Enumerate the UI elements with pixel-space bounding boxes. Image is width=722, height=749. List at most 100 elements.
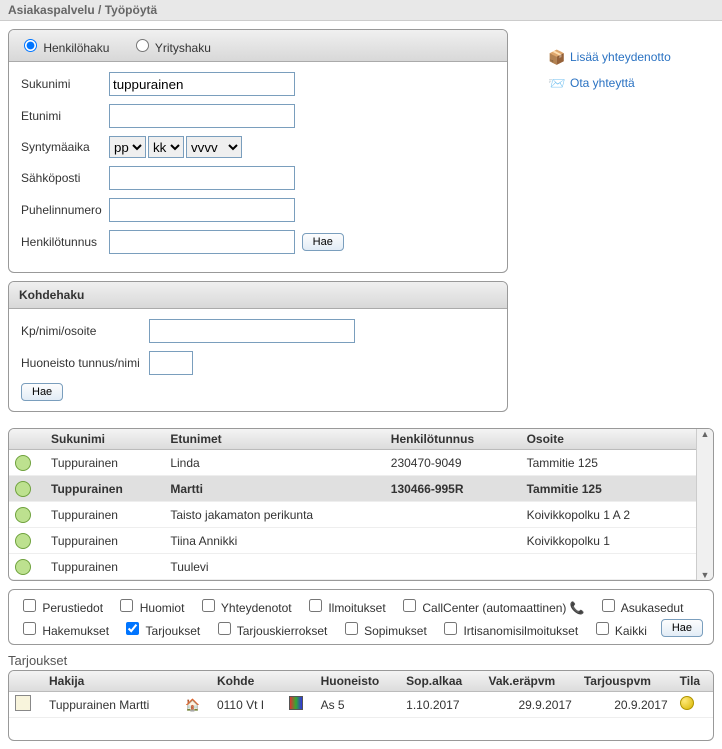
cb-sopimukset[interactable] <box>345 622 358 635</box>
col-huoneisto[interactable]: Huoneisto <box>315 671 401 692</box>
cb-huomiot[interactable] <box>120 599 133 612</box>
col-kohde[interactable]: Kohde <box>211 671 283 692</box>
sahkoposti-field[interactable] <box>109 166 295 190</box>
sukunimi-field[interactable] <box>109 72 295 96</box>
col-vakera[interactable]: Vak.eräpvm <box>483 671 578 692</box>
hae-button-person[interactable]: Hae <box>302 233 344 251</box>
cell-hetu <box>385 554 521 580</box>
cell-tila <box>674 692 713 718</box>
link-contact-us-label: Ota yhteyttä <box>570 76 635 90</box>
cell-sukunimi: Tuppurainen <box>45 450 164 476</box>
cell-huoneisto: As 5 <box>315 692 401 718</box>
cb-irtisanomisilmoitukset[interactable] <box>444 622 457 635</box>
filter-tarjoukset[interactable]: Tarjoukset <box>122 624 200 638</box>
cell-vakera: 29.9.2017 <box>483 692 578 718</box>
radio-person[interactable]: Henkilöhaku <box>19 41 113 55</box>
col-tarjouspvm[interactable]: Tarjouspvm <box>578 671 674 692</box>
scroll-up-icon[interactable]: ▲ <box>701 429 710 439</box>
henkilotunnus-field[interactable] <box>109 230 295 254</box>
table-row[interactable]: TuppurainenMartti130466-995RTammitie 125 <box>9 476 713 502</box>
cb-perustiedot[interactable] <box>23 599 36 612</box>
person-icon <box>15 533 31 549</box>
filter-huomiot[interactable]: Huomiot <box>116 601 184 615</box>
table-row[interactable]: Tuppurainen Martti🏠0110 Vt IAs 51.10.201… <box>9 692 713 718</box>
label-etunimi: Etunimi <box>21 109 109 123</box>
etunimi-field[interactable] <box>109 104 295 128</box>
cell-tarjouspvm: 20.9.2017 <box>578 692 674 718</box>
lbl-kaikki: Kaikki <box>615 624 647 638</box>
lbl-huomiot: Huomiot <box>140 601 185 615</box>
cell-osoite <box>521 554 685 580</box>
filter-tarjouskierrokset[interactable]: Tarjouskierrokset <box>214 624 328 638</box>
huoneisto-field[interactable] <box>149 351 193 375</box>
filter-irtisanomisilmoitukset[interactable]: Irtisanomisilmoitukset <box>440 624 578 638</box>
cb-kaikki[interactable] <box>596 622 609 635</box>
table-row[interactable]: TuppurainenLinda230470-9049Tammitie 125 <box>9 450 713 476</box>
kohdehaku-title: Kohdehaku <box>9 282 507 309</box>
cell-etunimet: Tiina Annikki <box>164 528 384 554</box>
radio-company-label: Yrityshaku <box>155 41 211 55</box>
label-sahkoposti: Sähköposti <box>21 171 109 185</box>
link-contact-us[interactable]: 📨 Ota yhteyttä <box>548 75 714 91</box>
cb-ilmoitukset[interactable] <box>309 599 322 612</box>
puhelinnumero-field[interactable] <box>109 198 295 222</box>
col-osoite[interactable]: Osoite <box>521 429 685 450</box>
birth-day-select[interactable]: pp <box>109 136 146 158</box>
link-add-contact[interactable]: 📦 Lisää yhteydenotto <box>548 49 714 65</box>
label-syntymaika: Syntymäaika <box>21 140 109 154</box>
person-icon <box>15 507 31 523</box>
lbl-perustiedot: Perustiedot <box>42 601 103 615</box>
lbl-tarjoukset: Tarjoukset <box>146 624 201 638</box>
hae-button-filters[interactable]: Hae <box>661 619 703 637</box>
col-hetu[interactable]: Henkilötunnus <box>385 429 521 450</box>
cb-tarjouskierrokset[interactable] <box>218 622 231 635</box>
cb-tarjoukset[interactable] <box>126 622 139 635</box>
hae-button-kohde[interactable]: Hae <box>21 383 63 401</box>
table-row[interactable]: TuppurainenTuulevi <box>9 554 713 580</box>
radio-company[interactable]: Yrityshaku <box>131 41 211 55</box>
lbl-sopimukset: Sopimukset <box>364 624 427 638</box>
col-hakija[interactable]: Hakija <box>43 671 179 692</box>
lbl-asukasedut: Asukasedut <box>621 601 684 615</box>
filter-perustiedot[interactable]: Perustiedot <box>19 601 103 615</box>
cb-asukasedut[interactable] <box>602 599 615 612</box>
status-icon <box>680 696 694 710</box>
filter-asukasedut[interactable]: Asukasedut <box>598 601 683 615</box>
cb-yhteydenotot[interactable] <box>202 599 215 612</box>
cell-osoite: Tammitie 125 <box>521 450 685 476</box>
cell-osoite: Koivikkopolku 1 <box>521 528 685 554</box>
col-sopalkaa[interactable]: Sop.alkaa <box>400 671 482 692</box>
cb-hakemukset[interactable] <box>23 622 36 635</box>
lbl-ilmoitukset: Ilmoitukset <box>328 601 385 615</box>
kp-field[interactable] <box>149 319 355 343</box>
cb-callcenter[interactable] <box>403 599 416 612</box>
cell-sukunimi: Tuppurainen <box>45 554 164 580</box>
scroll-down-icon[interactable]: ▼ <box>701 570 710 580</box>
filter-hakemukset[interactable]: Hakemukset <box>19 624 109 638</box>
col-sukunimi[interactable]: Sukunimi <box>45 429 164 450</box>
col-tila[interactable]: Tila <box>674 671 713 692</box>
filter-kaikki[interactable]: Kaikki <box>592 624 647 638</box>
cell-etunimet: Linda <box>164 450 384 476</box>
table-row[interactable]: TuppurainenTiina AnnikkiKoivikkopolku 1 <box>9 528 713 554</box>
add-contact-icon: 📦 <box>548 49 564 65</box>
label-kp: Kp/nimi/osoite <box>21 324 149 338</box>
filter-callcenter[interactable]: CallCenter (automaattinen) 📞 <box>399 601 585 615</box>
table-row[interactable]: TuppurainenTaisto jakamaton perikuntaKoi… <box>9 502 713 528</box>
col-etunimet[interactable]: Etunimet <box>164 429 384 450</box>
cell-hetu <box>385 528 521 554</box>
birth-year-select[interactable]: vvvv <box>186 136 242 158</box>
filter-ilmoitukset[interactable]: Ilmoitukset <box>305 601 386 615</box>
results-scrollbar[interactable]: ▲ ▼ <box>696 429 713 580</box>
cell-osoite: Koivikkopolku 1 A 2 <box>521 502 685 528</box>
offer-icon <box>15 695 31 711</box>
breadcrumb: Asiakaspalvelu / Työpöytä <box>0 0 722 21</box>
person-icon <box>15 481 31 497</box>
birth-month-select[interactable]: kk <box>148 136 184 158</box>
offers-panel: Hakija Kohde Huoneisto Sop.alkaa Vak.erä… <box>8 670 714 741</box>
filter-sopimukset[interactable]: Sopimukset <box>341 624 427 638</box>
lbl-irtisanomisilmoitukset: Irtisanomisilmoitukset <box>463 624 578 638</box>
radio-person-input[interactable] <box>24 39 37 52</box>
radio-company-input[interactable] <box>136 39 149 52</box>
filter-yhteydenotot[interactable]: Yhteydenotot <box>198 601 292 615</box>
